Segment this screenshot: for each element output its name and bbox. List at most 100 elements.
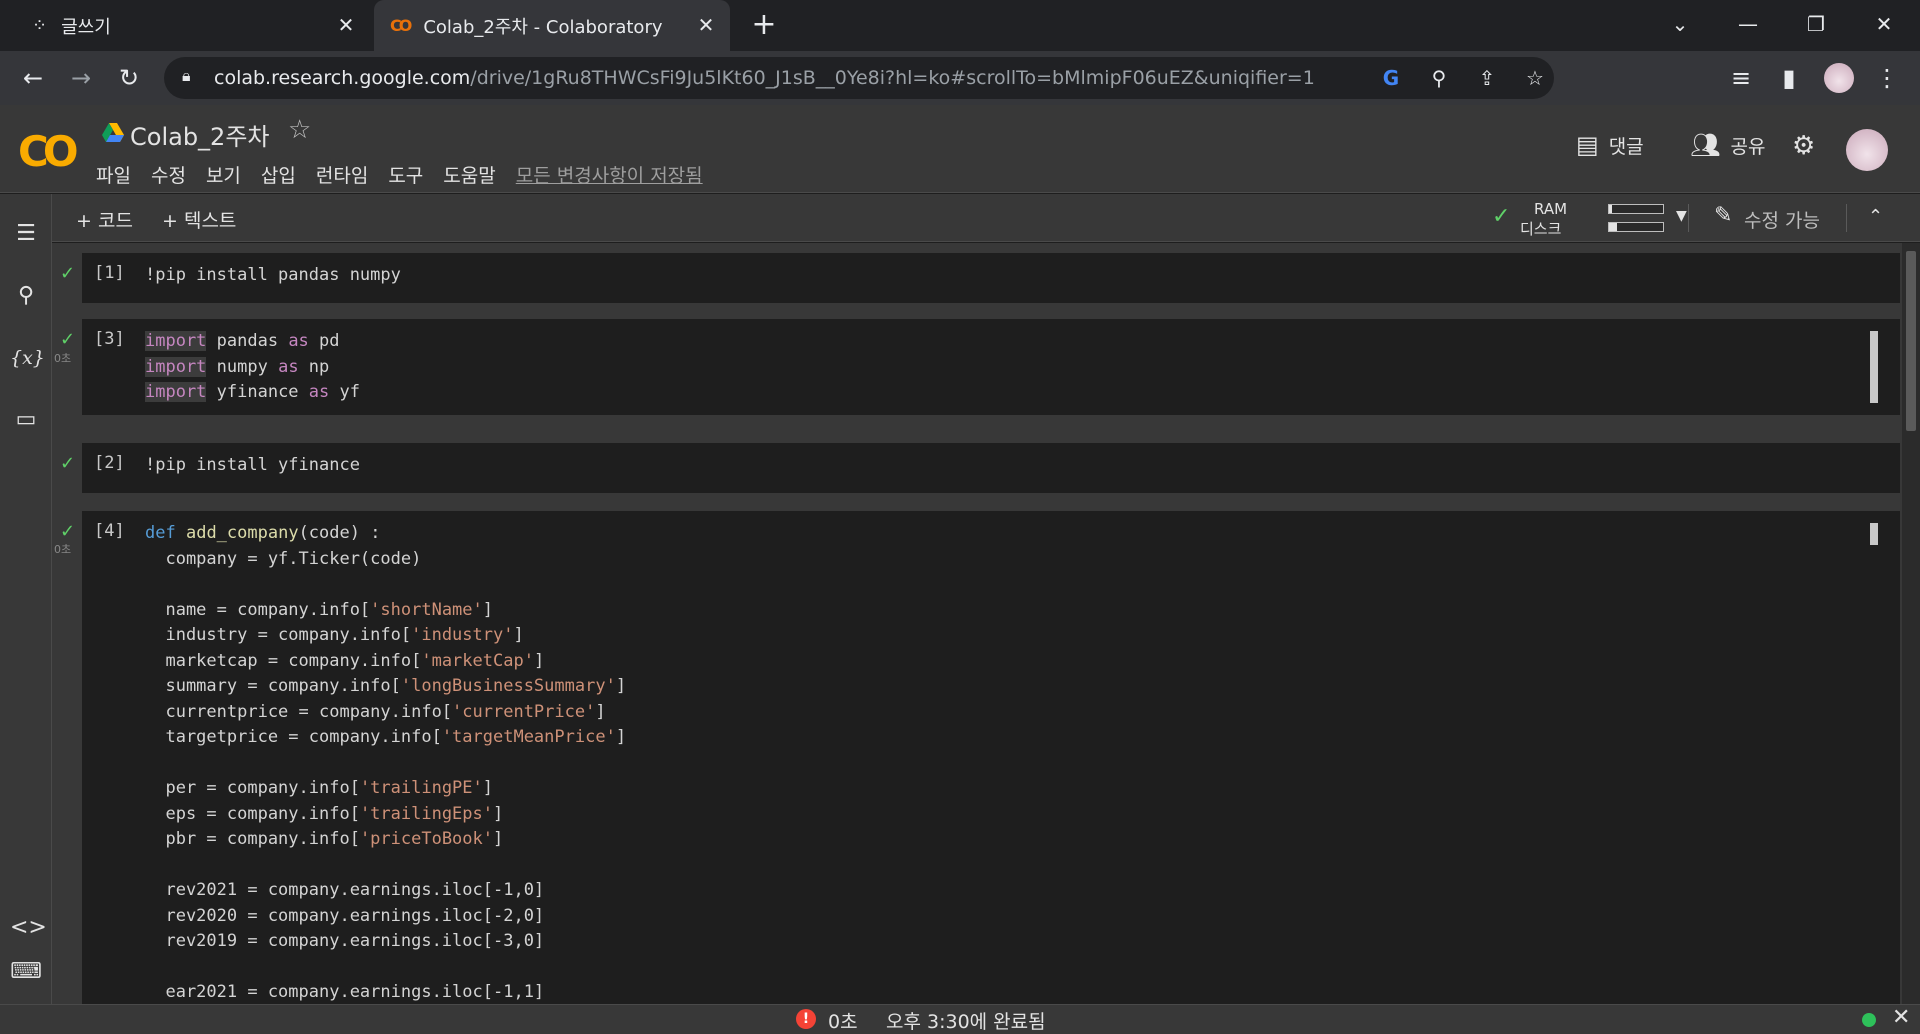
command-palette-icon[interactable]: ⌨ — [10, 956, 42, 988]
cell-source[interactable]: def add_company(code) : company = yf.Tic… — [145, 521, 626, 1004]
colab-logo[interactable]: CO — [18, 127, 78, 176]
error-icon[interactable]: ! — [796, 1009, 816, 1029]
menu-file[interactable]: 파일 — [96, 161, 131, 188]
tab-title: 글쓰기 — [61, 16, 111, 38]
colab-header: CO Colab_2주차 ☆ 파일 수정 보기 삽입 런타임 도구 도움말 모든… — [0, 105, 1920, 193]
share-page-icon[interactable]: ⇪ — [1470, 61, 1504, 95]
address-bar[interactable]: 🔒︎ colab.research.google.com/drive/1gRu8… — [164, 57, 1554, 99]
close-tab-icon[interactable]: ✕ — [694, 13, 718, 37]
code-cell[interactable]: [1] !pip install pandas numpy — [82, 253, 1900, 303]
left-sidebar: ☰ ⚲ {x} ▭ <> ⌨ — [0, 194, 52, 1004]
close-tab-icon[interactable]: ✕ — [334, 13, 358, 37]
new-tab-icon[interactable]: + — [748, 10, 780, 42]
add-code-button[interactable]: + 코드 — [76, 206, 133, 233]
execution-count: [3] — [94, 329, 125, 349]
comment-label: 댓글 — [1608, 135, 1644, 158]
variables-icon[interactable]: {x} — [10, 342, 45, 374]
minimize-icon[interactable]: — — [1728, 8, 1768, 40]
ram-label: RAM — [1534, 200, 1568, 218]
table-of-contents-icon[interactable]: ☰ — [10, 218, 42, 250]
reload-icon[interactable]: ↻ — [112, 61, 146, 95]
add-text-button[interactable]: + 텍스트 — [162, 206, 236, 233]
gear-icon: ⚙ — [1792, 131, 1816, 161]
toolbar-divider — [1846, 204, 1847, 232]
pencil-icon: ✎ — [1714, 203, 1733, 228]
run-success-icon[interactable]: ✓ — [60, 521, 75, 542]
execution-count: [4] — [94, 521, 125, 541]
notebook-toolbar: + 코드 + 텍스트 ✓ RAM 디스크 ▼ ✎ 수정 가능 ⌃ — [52, 194, 1920, 242]
ram-meter — [1608, 204, 1664, 214]
zoom-icon[interactable]: ⚲ — [1422, 61, 1456, 95]
edit-mode-label[interactable]: 수정 가능 — [1744, 206, 1820, 233]
media-control-icon[interactable]: ≡ — [1724, 61, 1758, 95]
elapsed-time: 0초 — [828, 1011, 858, 1033]
run-success-icon[interactable]: ✓ — [60, 263, 75, 284]
menu-help[interactable]: 도움말 — [443, 161, 495, 188]
run-success-icon[interactable]: ✓ — [60, 329, 75, 350]
forward-icon[interactable]: → — [64, 61, 98, 95]
completion-status: 오후 3:30에 완료됨 — [886, 1011, 1046, 1033]
share-label: 공유 — [1730, 135, 1766, 158]
settings-button[interactable]: ⚙ — [1792, 131, 1825, 161]
notebook-title[interactable]: Colab_2주차 — [130, 117, 269, 152]
avatar[interactable] — [1846, 129, 1888, 171]
browser-tab-colab[interactable]: CO Colab_2주차 - Colaboratory ✕ — [374, 0, 730, 51]
disk-meter — [1608, 222, 1664, 232]
back-icon[interactable]: ← — [16, 61, 50, 95]
disk-label: 디스크 — [1520, 220, 1562, 238]
dots-favicon-icon: ⁘ — [32, 15, 48, 36]
colab-favicon-icon: CO — [390, 16, 412, 35]
google-drive-icon[interactable] — [102, 123, 124, 143]
browser-toolbar: ← → ↻ 🔒︎ colab.research.google.com/drive… — [0, 51, 1920, 105]
menu-insert[interactable]: 삽입 — [261, 161, 296, 188]
chevron-down-icon[interactable]: ▼ — [1676, 208, 1687, 224]
code-cell[interactable]: [3] import pandas as pd import numpy as … — [82, 319, 1900, 415]
execution-count: [1] — [94, 263, 125, 283]
run-time-label: 0초 — [54, 543, 72, 556]
cell-source[interactable]: !pip install yfinance — [145, 453, 360, 479]
restore-icon[interactable]: ❐ — [1796, 8, 1836, 40]
collapse-header-icon[interactable]: ⌃ — [1868, 206, 1883, 227]
menu-tools[interactable]: 도구 — [388, 161, 423, 188]
code-snippets-icon[interactable]: <> — [10, 912, 47, 944]
cell-scrollbar[interactable] — [1870, 331, 1878, 403]
menu-runtime[interactable]: 런타임 — [316, 161, 368, 188]
notebook-area: ✓ [1] !pip install pandas numpy ✓ 0초 [3]… — [52, 243, 1902, 1004]
comment-button[interactable]: ▤ 댓글 — [1576, 131, 1644, 159]
code-cell[interactable]: [2] !pip install yfinance — [82, 443, 1900, 493]
search-icon[interactable]: ⚲ — [10, 280, 42, 312]
execution-count: [2] — [94, 453, 125, 473]
code-cell[interactable]: [4] def add_company(code) : company = yf… — [82, 511, 1900, 1004]
bookmark-star-icon[interactable]: ☆ — [1518, 61, 1552, 95]
browser-menu-icon[interactable]: ⋮ — [1870, 61, 1904, 95]
comment-icon: ▤ — [1576, 131, 1599, 159]
folder-icon[interactable]: ▭ — [10, 404, 42, 436]
menu-view[interactable]: 보기 — [206, 161, 241, 188]
connection-status-dot — [1862, 1013, 1876, 1027]
browser-tab-strip: ⁘ 글쓰기 ✕ CO Colab_2주차 - Colaboratory ✕ + … — [0, 0, 1920, 51]
cell-source[interactable]: !pip install pandas numpy — [145, 263, 401, 289]
menu-edit[interactable]: 수정 — [151, 161, 186, 188]
tab-search-icon[interactable]: ⌄ — [1660, 8, 1700, 40]
star-icon[interactable]: ☆ — [288, 115, 311, 145]
side-panel-icon[interactable]: ▮ — [1772, 61, 1806, 95]
resource-indicator[interactable]: RAM 디스크 ▼ — [1520, 200, 1700, 238]
cell-scrollbar[interactable] — [1870, 523, 1878, 545]
share-button[interactable]: 👥︎ 공유 — [1690, 131, 1765, 159]
connected-check-icon: ✓ — [1492, 204, 1511, 229]
window-close-icon[interactable]: ✕ — [1864, 8, 1904, 40]
page-scrollbar[interactable] — [1902, 243, 1920, 1004]
menu-bar: 파일 수정 보기 삽입 런타임 도구 도움말 모든 변경사항이 저장됨 — [96, 161, 723, 188]
cell-source[interactable]: import pandas as pd import numpy as np i… — [145, 329, 360, 406]
toolbar-divider — [1688, 204, 1689, 232]
browser-tab-writing[interactable]: ⁘ 글쓰기 ✕ — [0, 0, 370, 51]
url-text: colab.research.google.com/drive/1gRu8THW… — [214, 67, 1315, 89]
scrollbar-thumb[interactable] — [1906, 251, 1916, 431]
run-time-label: 0초 — [54, 352, 72, 365]
profile-avatar[interactable] — [1822, 61, 1856, 95]
run-success-icon[interactable]: ✓ — [60, 453, 75, 474]
close-icon[interactable]: ✕ — [1892, 1005, 1910, 1030]
google-translate-icon[interactable]: G — [1374, 61, 1408, 95]
tab-title: Colab_2주차 - Colaboratory — [423, 16, 663, 38]
saved-status[interactable]: 모든 변경사항이 저장됨 — [516, 161, 703, 188]
